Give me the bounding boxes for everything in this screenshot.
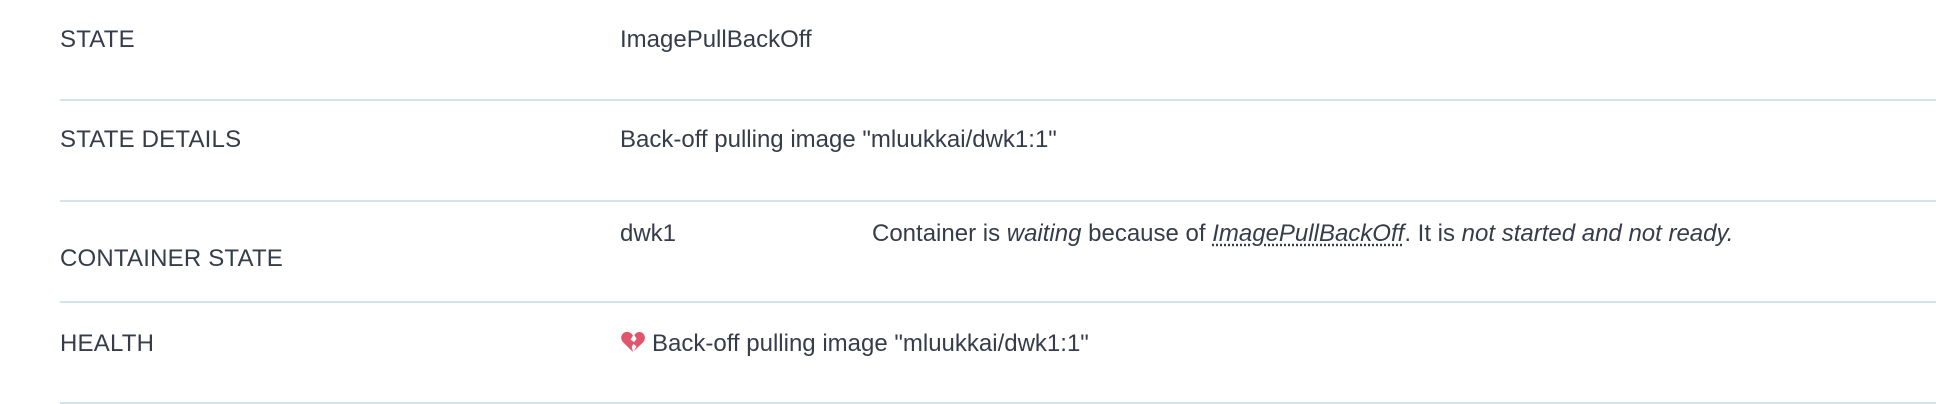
state-details-value: Back-off pulling image "mluukkai/dwk1:1" xyxy=(620,126,1057,153)
detail-label: STATE DETAILS xyxy=(60,126,242,153)
broken-heart-icon xyxy=(621,331,645,352)
detail-row-state: STATE ImagePullBackOff xyxy=(60,0,1936,101)
state-value: ImagePullBackOff xyxy=(620,26,812,53)
msg-because: because of xyxy=(1088,220,1206,247)
detail-row-health: HEALTH Back-off pulling image "mluukkai/… xyxy=(60,303,1936,404)
container-state-message: Container is waiting because of ImagePul… xyxy=(872,220,1733,248)
reason-tooltip-trigger[interactable]: ImagePullBackOff xyxy=(1212,220,1404,247)
detail-row-container-state: CONTAINER STATE dwk1 Container is waitin… xyxy=(60,202,1936,303)
msg-mid: . It is xyxy=(1404,220,1455,247)
detail-label: HEALTH xyxy=(60,330,155,357)
detail-label: STATE xyxy=(60,26,135,53)
health-value: Back-off pulling image "mluukkai/dwk1:1" xyxy=(620,330,1089,358)
msg-prefix: Container is xyxy=(872,220,1001,247)
resource-details-table: STATE ImagePullBackOff STATE DETAILS Bac… xyxy=(60,0,1936,404)
container-name: dwk1 xyxy=(620,220,677,247)
msg-readiness: not started and not ready. xyxy=(1461,220,1734,247)
msg-status: waiting xyxy=(1006,220,1082,247)
health-text: Back-off pulling image "mluukkai/dwk1:1" xyxy=(652,330,1089,357)
detail-label: CONTAINER STATE xyxy=(60,245,284,272)
detail-row-state-details: STATE DETAILS Back-off pulling image "ml… xyxy=(60,101,1936,202)
